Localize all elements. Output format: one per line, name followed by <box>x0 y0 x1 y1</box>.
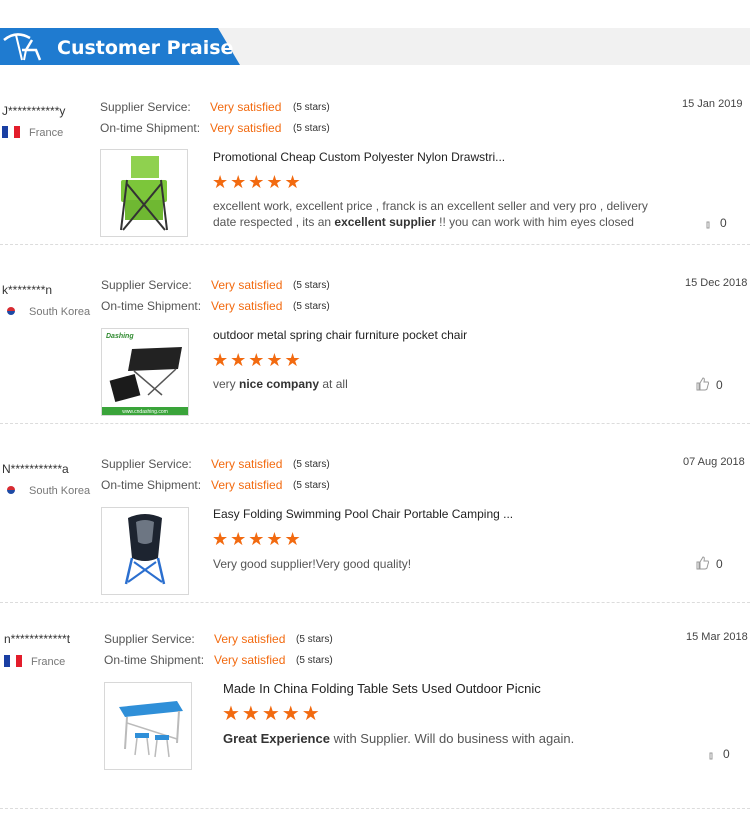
supplier-service-stars: (5 stars) <box>293 280 330 291</box>
thumbs-up-icon <box>706 217 714 232</box>
review-date: 15 Mar 2018 <box>686 631 748 643</box>
supplier-service-stars: (5 stars) <box>293 459 330 470</box>
on-time-shipment-label: On-time Shipment: <box>104 653 205 667</box>
review-item: N***********a South Korea Supplier Servi… <box>0 424 750 603</box>
on-time-shipment-stars: (5 stars) <box>293 301 330 312</box>
green-cooler-chair-image <box>120 156 168 231</box>
supplier-service-value: Very satisfied <box>214 632 286 646</box>
thumbs-up-icon <box>696 556 710 573</box>
review-date: 15 Jan 2019 <box>682 98 743 110</box>
caption-text: www.cndashing.com <box>122 409 168 415</box>
thumbs-up-icon <box>709 748 717 763</box>
product-thumbnail[interactable] <box>101 507 189 595</box>
on-time-shipment-stars: (5 stars) <box>296 655 333 666</box>
reviewer-country: France <box>4 655 65 668</box>
review-comment: excellent work, excellent price , franck… <box>213 199 648 229</box>
on-time-shipment-value: Very satisfied <box>211 478 283 492</box>
product-title-link[interactable]: outdoor metal spring chair furniture poc… <box>213 328 467 342</box>
on-time-shipment-value: Very satisfied <box>211 299 283 313</box>
rating-stars: ★★★★★ <box>212 350 303 370</box>
on-time-shipment-stars: (5 stars) <box>293 480 330 491</box>
france-flag-icon <box>4 655 22 667</box>
supplier-service-stars: (5 stars) <box>296 634 333 645</box>
product-thumbnail[interactable] <box>100 149 188 237</box>
folding-table-set-image <box>119 701 183 758</box>
product-title-link[interactable]: Made In China Folding Table Sets Used Ou… <box>223 681 541 696</box>
review-item: n************t France Supplier Service: … <box>0 603 750 809</box>
reviewer-name: J***********y <box>2 104 66 118</box>
beach-chair-icon <box>3 33 42 61</box>
on-time-shipment-label: On-time Shipment: <box>100 121 201 135</box>
review-comment: Great Experience with Supplier. Will do … <box>223 731 575 746</box>
camping-chair-image <box>124 514 166 585</box>
review-comment: very nice company at all <box>213 377 348 391</box>
pocket-chair-image: Dashing www.cndashing.com <box>102 333 188 415</box>
supplier-service-value: Very satisfied <box>211 278 283 292</box>
review-item: J***********y France Supplier Service: V… <box>0 66 750 245</box>
reviewer-name: N***********a <box>2 462 69 476</box>
review-date: 07 Aug 2018 <box>683 456 745 468</box>
supplier-service-value: Very satisfied <box>210 100 282 114</box>
like-button[interactable]: 0 <box>696 377 723 394</box>
supplier-service-value: Very satisfied <box>211 457 283 471</box>
on-time-shipment-stars: (5 stars) <box>293 123 330 134</box>
supplier-service-label: Supplier Service: <box>101 457 192 471</box>
reviewer-country: South Korea <box>2 484 90 497</box>
reviewer-name: k********n <box>2 283 53 297</box>
product-title-link[interactable]: Easy Folding Swimming Pool Chair Portabl… <box>213 507 513 521</box>
on-time-shipment-label: On-time Shipment: <box>101 478 202 492</box>
rating-stars: ★★★★★ <box>222 703 322 725</box>
south-korea-flag-icon <box>2 484 20 496</box>
page-title: Customer Praise <box>57 37 234 59</box>
rating-stars: ★★★★★ <box>212 172 303 192</box>
supplier-service-label: Supplier Service: <box>104 632 195 646</box>
review-comment: Very good supplier!Very good quality! <box>213 557 412 571</box>
like-button[interactable]: 0 <box>696 556 723 573</box>
thumbs-up-icon <box>696 377 710 394</box>
on-time-shipment-label: On-time Shipment: <box>101 299 202 313</box>
product-thumbnail[interactable] <box>104 682 192 770</box>
product-thumbnail[interactable]: Dashing www.cndashing.com <box>101 328 189 416</box>
supplier-service-stars: (5 stars) <box>293 102 330 113</box>
like-button[interactable]: 0 <box>706 216 727 232</box>
product-title-link[interactable]: Promotional Cheap Custom Polyester Nylon… <box>213 150 505 164</box>
rating-stars: ★★★★★ <box>212 529 303 549</box>
south-korea-flag-icon <box>2 305 20 317</box>
supplier-service-label: Supplier Service: <box>101 278 192 292</box>
on-time-shipment-value: Very satisfied <box>214 653 286 667</box>
brand-text: Dashing <box>106 333 134 340</box>
supplier-service-label: Supplier Service: <box>100 100 191 114</box>
review-date: 15 Dec 2018 <box>685 277 748 289</box>
reviewer-country: South Korea <box>2 305 90 318</box>
review-item: k********n South Korea Supplier Service:… <box>0 245 750 424</box>
france-flag-icon <box>2 126 20 138</box>
reviewer-country: France <box>2 126 63 139</box>
on-time-shipment-value: Very satisfied <box>210 121 282 135</box>
reviewer-name: n************t <box>4 632 71 646</box>
like-button[interactable]: 0 <box>709 747 730 763</box>
